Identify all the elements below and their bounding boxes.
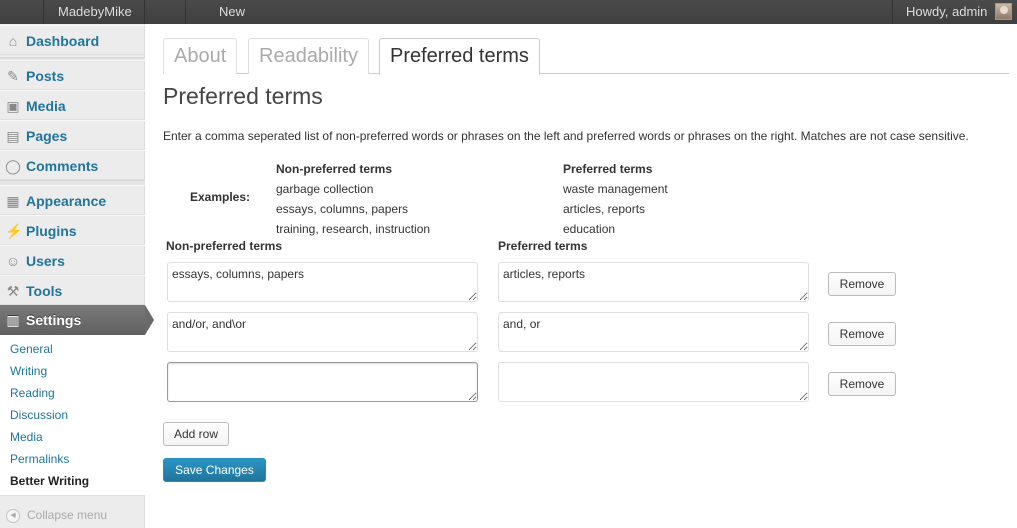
divider [185,0,186,24]
new-content-link[interactable]: New [219,0,245,24]
page-title: Preferred terms [163,83,323,109]
examples-non-preferred: Non-preferred terms garbage collection e… [276,159,430,239]
speech-bubble-icon: ◯ [5,158,21,174]
plug-icon: ⚡ [5,223,23,239]
example-non-preferred: training, research, instruction [276,222,431,236]
divider [43,0,44,24]
users-icon: ☺ [5,253,21,269]
submenu-item-better-writing[interactable]: Better Writing [10,470,89,492]
tools-icon: ⚒ [6,283,20,299]
home-icon: ⌂ [8,33,18,49]
settings-submenu: General Writing Reading Discussion Media… [0,335,145,496]
tab-preferred-terms[interactable]: Preferred terms [379,38,540,75]
preferred-column-heading: Preferred terms [498,239,588,253]
examples-preferred: Preferred terms waste management article… [563,159,668,239]
examples-preferred-heading: Preferred terms [563,162,653,176]
example-preferred: waste management [563,182,668,196]
sidebar-item-dashboard[interactable]: ⌂ Dashboard [0,25,145,55]
save-changes-button[interactable]: Save Changes [163,458,266,482]
non-preferred-input[interactable] [167,262,478,302]
account-menu[interactable]: Howdy, admin [906,0,987,24]
submenu-item-writing[interactable]: Writing [10,360,47,382]
non-preferred-input[interactable] [167,362,478,402]
tab-about[interactable]: About [163,38,238,74]
settings-icon: ▥ [6,312,20,328]
example-non-preferred: essays, columns, papers [276,202,409,216]
non-preferred-column-heading: Non-preferred terms [166,239,283,253]
examples-non-preferred-heading: Non-preferred terms [276,162,393,176]
sidebar-item-label: Appearance [26,193,107,209]
site-name-link[interactable]: MadebyMike [58,0,132,24]
sidebar-item-label: Tools [26,283,63,299]
remove-row-button[interactable]: Remove [828,372,896,396]
admin-sidebar: ⌂ Dashboard ✎ Posts ▣ Media ▤ Pages ◯ Co… [0,24,154,528]
divider [892,0,893,24]
collapse-arrow-icon: ◀ [6,509,20,523]
tab-readability[interactable]: Readability [248,38,369,74]
sidebar-item-media[interactable]: ▣ Media [0,90,145,120]
description: Enter a comma seperated list of non-pref… [163,129,969,143]
preferred-input[interactable] [498,362,809,402]
pushpin-icon: ✎ [7,68,19,84]
admin-bar: MadebyMike New Howdy, admin [0,0,1017,24]
sidebar-item-label: Plugins [26,223,77,239]
divider [144,0,145,24]
example-preferred: education [563,222,616,236]
submenu-item-permalinks[interactable]: Permalinks [10,448,69,470]
sidebar-item-appearance[interactable]: ▦ Appearance [0,185,145,215]
appearance-icon: ▦ [6,193,20,209]
sidebar-item-settings[interactable]: ▥ Settings [0,305,154,335]
sidebar-item-label: Media [26,98,66,114]
avatar[interactable] [995,3,1012,20]
example-non-preferred: garbage collection [276,182,374,196]
submenu-item-media[interactable]: Media [10,426,43,448]
sidebar-item-comments[interactable]: ◯ Comments [0,150,145,180]
sidebar-item-label: Settings [26,312,82,328]
submenu-item-discussion[interactable]: Discussion [10,404,68,426]
sidebar-item-label: Users [26,253,65,269]
remove-row-button[interactable]: Remove [828,272,896,296]
remove-row-button[interactable]: Remove [828,322,896,346]
sidebar-item-label: Posts [26,68,65,84]
sidebar-item-tools[interactable]: ⚒ Tools [0,275,145,305]
pages-icon: ▤ [6,128,20,144]
examples-label: Examples: [190,190,251,204]
submenu-item-reading[interactable]: Reading [10,382,55,404]
submenu-item-general[interactable]: General [10,338,53,360]
sidebar-item-pages[interactable]: ▤ Pages [0,120,145,150]
collapse-menu-button[interactable]: ◀ Collapse menu [0,503,145,528]
tab-bar: About Readability Preferred terms [163,38,1009,75]
sidebar-item-label: Comments [26,158,99,174]
wordpress-logo-icon[interactable] [0,0,43,24]
collapse-menu-label: Collapse menu [27,508,108,522]
add-row-button[interactable]: Add row [163,422,229,446]
preferred-input[interactable] [498,312,809,352]
sidebar-item-posts[interactable]: ✎ Posts [0,60,145,90]
sidebar-item-label: Dashboard [26,33,100,49]
example-preferred: articles, reports [563,202,646,216]
sidebar-item-users[interactable]: ☺ Users [0,245,145,275]
sidebar-item-label: Pages [26,128,68,144]
non-preferred-input[interactable] [167,312,478,352]
preferred-input[interactable] [498,262,809,302]
sidebar-item-plugins[interactable]: ⚡ Plugins [0,215,145,245]
media-icon: ▣ [6,98,20,114]
